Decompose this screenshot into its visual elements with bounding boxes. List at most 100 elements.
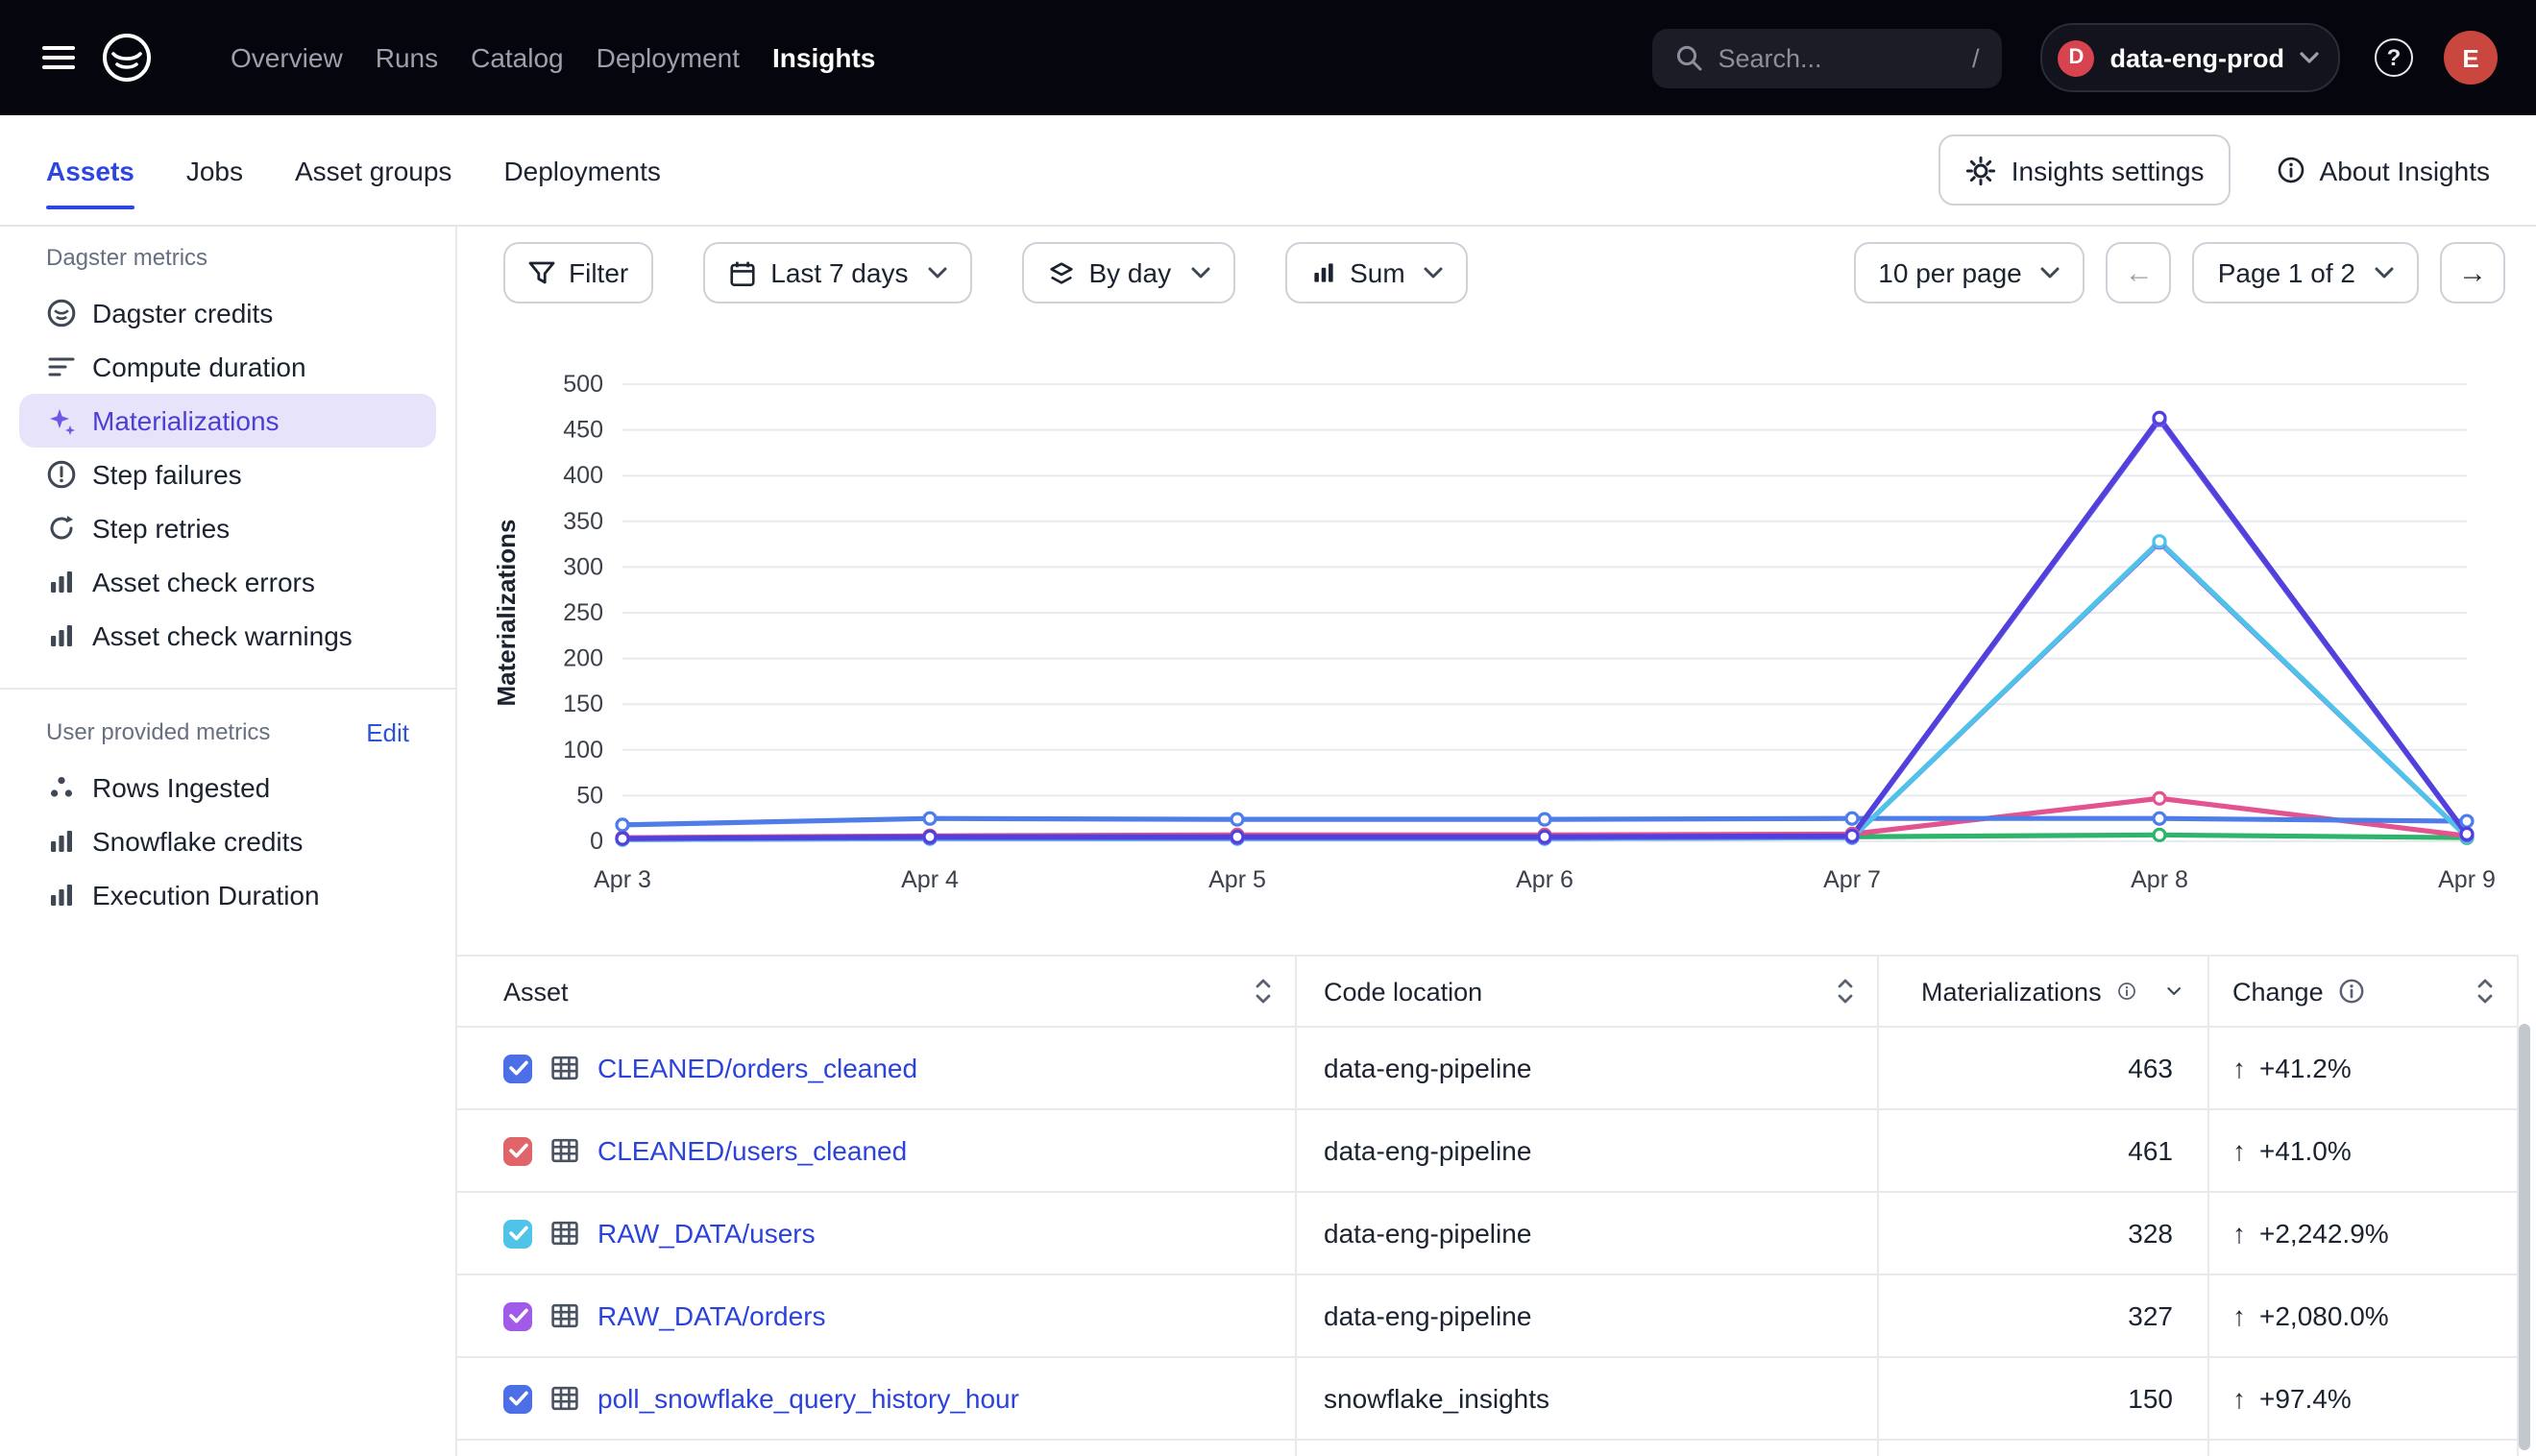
about-insights-link[interactable]: About Insights xyxy=(2278,155,2490,185)
date-range-dropdown[interactable]: Last 7 days xyxy=(703,242,971,303)
alert-circle-icon xyxy=(46,459,77,490)
sidebar-item-step-failures[interactable]: Step failures xyxy=(0,448,455,501)
arrow-up-icon: ↑ xyxy=(2232,1300,2246,1331)
sidebar-divider xyxy=(0,688,455,690)
page-scrollbar[interactable] xyxy=(2519,1024,2530,1450)
change-cell xyxy=(2209,1441,2519,1456)
tab-jobs[interactable]: Jobs xyxy=(186,155,243,185)
sidebar-item-asset-check-warnings[interactable]: Asset check warnings xyxy=(0,609,455,663)
search-icon xyxy=(1676,44,1703,71)
row-checkbox[interactable] xyxy=(503,1136,532,1165)
user-metrics-heading: User provided metrics Edit xyxy=(0,715,455,749)
group-by-dropdown[interactable]: By day xyxy=(1021,242,1234,303)
asset-link[interactable]: RAW_DATA/orders xyxy=(597,1300,826,1331)
change-cell: ↑ +41.0% xyxy=(2209,1110,2519,1191)
svg-text:Materializations: Materializations xyxy=(492,519,521,706)
sidebar-item-compute-duration[interactable]: Compute duration xyxy=(0,340,455,394)
sub-nav-right: Insights settings About Insights xyxy=(1939,134,2490,206)
insights-sub-nav: Assets Jobs Asset groups Deployments Ins… xyxy=(0,115,2536,227)
insights-tabs: Assets Jobs Asset groups Deployments xyxy=(46,155,661,185)
deployment-switcher[interactable]: D data-eng-prod xyxy=(2041,23,2341,92)
dagster-metrics-heading: Dagster metrics xyxy=(0,240,455,275)
dagster-logo-icon[interactable] xyxy=(100,31,154,85)
change-cell: ↑ +2,242.9% xyxy=(2209,1193,2519,1274)
sidebar-item-rows-ingested[interactable]: Rows Ingested xyxy=(0,761,455,814)
row-checkbox[interactable] xyxy=(503,1384,532,1413)
chevron-down-icon xyxy=(2041,267,2060,279)
column-header-asset[interactable]: Asset xyxy=(457,957,1297,1026)
row-checkbox[interactable] xyxy=(503,1054,532,1082)
nav-overview[interactable]: Overview xyxy=(231,42,343,73)
deployment-name: data-eng-prod xyxy=(2110,43,2285,72)
svg-text:350: 350 xyxy=(563,508,603,535)
table-row xyxy=(457,1441,2519,1456)
edit-metrics-link[interactable]: Edit xyxy=(366,717,409,746)
sidebar-item-materializations[interactable]: Materializations xyxy=(19,394,436,448)
tab-deployments[interactable]: Deployments xyxy=(503,155,660,185)
nav-catalog[interactable]: Catalog xyxy=(471,42,564,73)
info-icon xyxy=(2278,156,2306,184)
sidebar-item-asset-check-errors[interactable]: Asset check errors xyxy=(0,555,455,609)
column-header-change[interactable]: Change xyxy=(2209,957,2519,1026)
sidebar-item-label: Asset check warnings xyxy=(92,620,353,651)
nav-deployment[interactable]: Deployment xyxy=(597,42,740,73)
sidebar-item-step-retries[interactable]: Step retries xyxy=(0,501,455,555)
search-input[interactable]: Search... / xyxy=(1653,28,2003,87)
code-location-cell: snowflake_insights xyxy=(1297,1358,1879,1439)
materializations-chart: 050100150200250300350400450500Apr 3Apr 4… xyxy=(480,350,2498,910)
sidebar-item-label: Snowflake credits xyxy=(92,826,303,857)
sidebar-item-execution-duration[interactable]: Execution Duration xyxy=(0,868,455,922)
filter-icon xyxy=(528,260,555,285)
tab-assets[interactable]: Assets xyxy=(46,155,134,185)
svg-text:450: 450 xyxy=(563,417,603,444)
aggregation-dropdown[interactable]: Sum xyxy=(1284,242,1469,303)
menu-icon[interactable] xyxy=(42,46,75,70)
svg-text:Apr 7: Apr 7 xyxy=(1823,866,1881,893)
chevron-down-icon xyxy=(927,267,946,279)
filter-button[interactable]: Filter xyxy=(503,242,653,303)
tab-asset-groups[interactable]: Asset groups xyxy=(295,155,451,185)
materializations-cell xyxy=(1879,1441,2209,1456)
avatar[interactable]: E xyxy=(2444,31,2498,85)
bar-chart-icon xyxy=(46,567,77,597)
asset-link[interactable]: CLEANED/users_cleaned xyxy=(597,1135,907,1166)
row-checkbox[interactable] xyxy=(503,1219,532,1248)
next-page-button[interactable]: → xyxy=(2440,242,2505,303)
change-value: +41.2% xyxy=(2259,1053,2352,1083)
sidebar-item-label: Step failures xyxy=(92,459,242,490)
deployment-badge: D xyxy=(2059,39,2095,76)
dagster-insights-app: Overview Runs Catalog Deployment Insight… xyxy=(0,0,2536,1456)
change-cell: ↑ +2,080.0% xyxy=(2209,1275,2519,1356)
prev-page-button[interactable]: ← xyxy=(2107,242,2172,303)
column-header-code-location[interactable]: Code location xyxy=(1297,957,1879,1026)
table-row: RAW_DATA/users data-eng-pipeline 328 ↑ +… xyxy=(457,1193,2519,1275)
svg-text:150: 150 xyxy=(563,691,603,717)
table-icon xyxy=(549,1218,580,1249)
nav-insights[interactable]: Insights xyxy=(772,42,875,73)
page-selector-dropdown[interactable]: Page 1 of 2 xyxy=(2193,242,2419,303)
materializations-cell: 150 xyxy=(1879,1358,2209,1439)
svg-text:300: 300 xyxy=(563,553,603,580)
sidebar-item-label: Dagster credits xyxy=(92,298,273,328)
svg-text:Apr 5: Apr 5 xyxy=(1208,866,1266,893)
code-location-cell: data-eng-pipeline xyxy=(1297,1110,1879,1191)
sidebar-item-label: Materializations xyxy=(92,405,280,436)
svg-text:Apr 8: Apr 8 xyxy=(2131,866,2188,893)
help-icon[interactable]: ? xyxy=(2375,38,2413,77)
sidebar-item-snowflake-credits[interactable]: Snowflake credits xyxy=(0,814,455,868)
nav-runs[interactable]: Runs xyxy=(376,42,438,73)
dagster-metrics-list: Dagster credits Compute duration Mate xyxy=(0,286,455,663)
asset-link[interactable]: poll_snowflake_query_history_hour xyxy=(597,1383,1019,1414)
search-placeholder: Search... xyxy=(1719,43,1822,72)
arrow-up-icon: ↑ xyxy=(2232,1383,2246,1414)
column-header-materializations[interactable]: Materializations xyxy=(1879,957,2209,1026)
code-location-cell: data-eng-pipeline xyxy=(1297,1028,1879,1108)
asset-link[interactable]: RAW_DATA/users xyxy=(597,1218,816,1249)
materializations-cell: 327 xyxy=(1879,1275,2209,1356)
asset-link[interactable]: CLEANED/orders_cleaned xyxy=(597,1053,917,1083)
per-page-dropdown[interactable]: 10 per page xyxy=(1853,242,2085,303)
sidebar-item-dagster-credits[interactable]: Dagster credits xyxy=(0,286,455,340)
row-checkbox[interactable] xyxy=(503,1301,532,1330)
insights-settings-button[interactable]: Insights settings xyxy=(1939,134,2231,206)
primary-nav: Overview Runs Catalog Deployment Insight… xyxy=(231,42,875,73)
